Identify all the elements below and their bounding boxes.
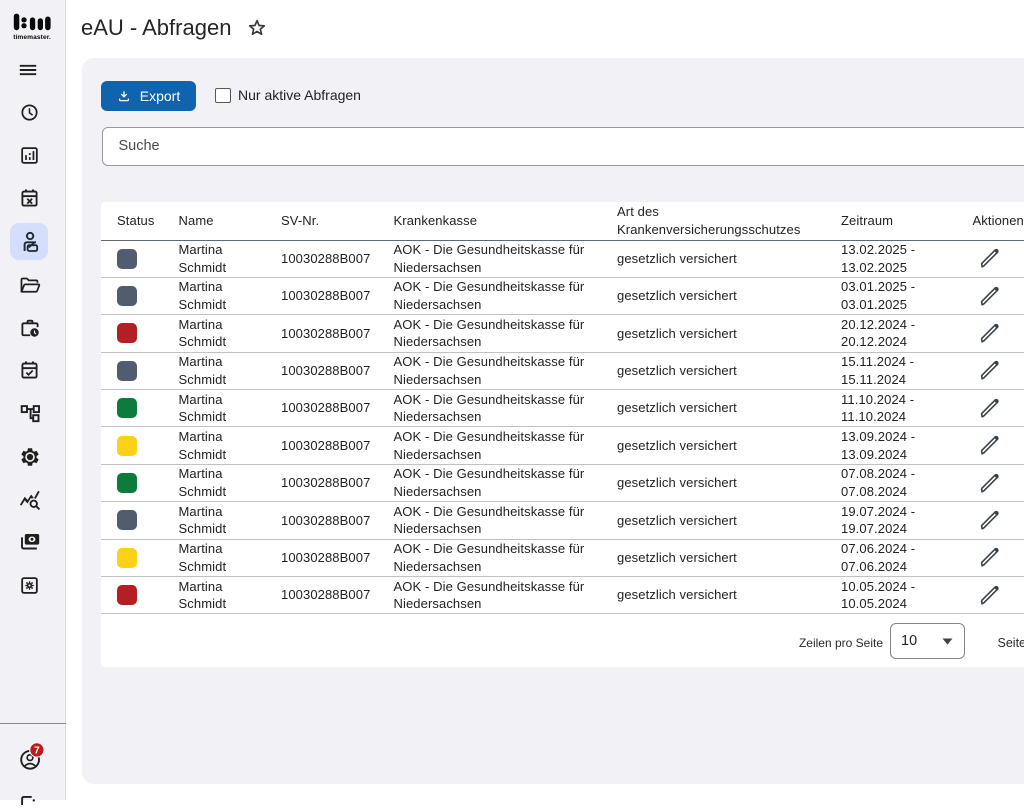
svg-text:timemaster.: timemaster. — [13, 34, 51, 41]
svg-text:7: 7 — [34, 746, 40, 757]
